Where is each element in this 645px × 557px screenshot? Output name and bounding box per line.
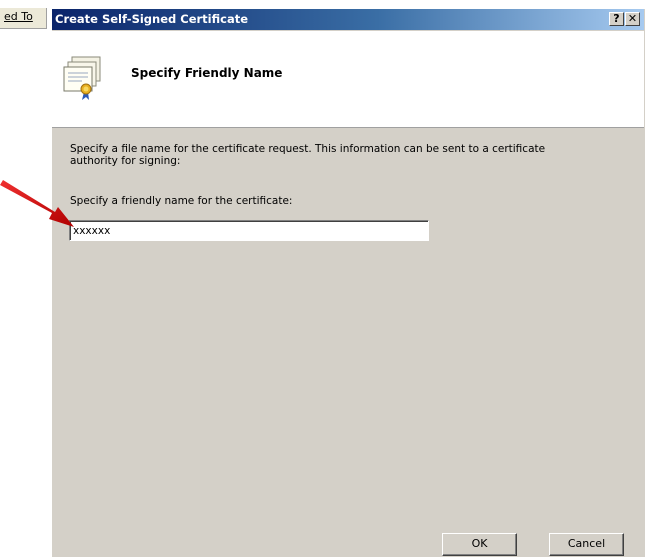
background-tab-label: ed To xyxy=(4,10,33,23)
description-text: Specify a file name for the certificate … xyxy=(70,143,546,167)
background-tab[interactable]: ed To xyxy=(0,8,47,29)
friendly-name-input[interactable] xyxy=(69,220,429,241)
friendly-name-label: Specify a friendly name for the certific… xyxy=(70,195,293,207)
certificate-icon xyxy=(63,56,101,100)
close-button[interactable]: ✕ xyxy=(625,12,640,26)
background-window xyxy=(0,0,51,557)
ok-button[interactable]: OK xyxy=(442,533,517,556)
dialog-titlebar[interactable]: Create Self-Signed Certificate ? ✕ xyxy=(52,9,644,30)
create-certificate-dialog: Create Self-Signed Certificate ? ✕ Speci… xyxy=(51,8,645,557)
dialog-title: Create Self-Signed Certificate xyxy=(55,12,248,26)
cancel-button[interactable]: Cancel xyxy=(549,533,624,556)
wizard-page-title: Specify Friendly Name xyxy=(131,66,283,80)
help-button[interactable]: ? xyxy=(609,12,624,26)
annotation-arrow xyxy=(0,180,74,227)
wizard-header: Specify Friendly Name xyxy=(52,31,644,128)
